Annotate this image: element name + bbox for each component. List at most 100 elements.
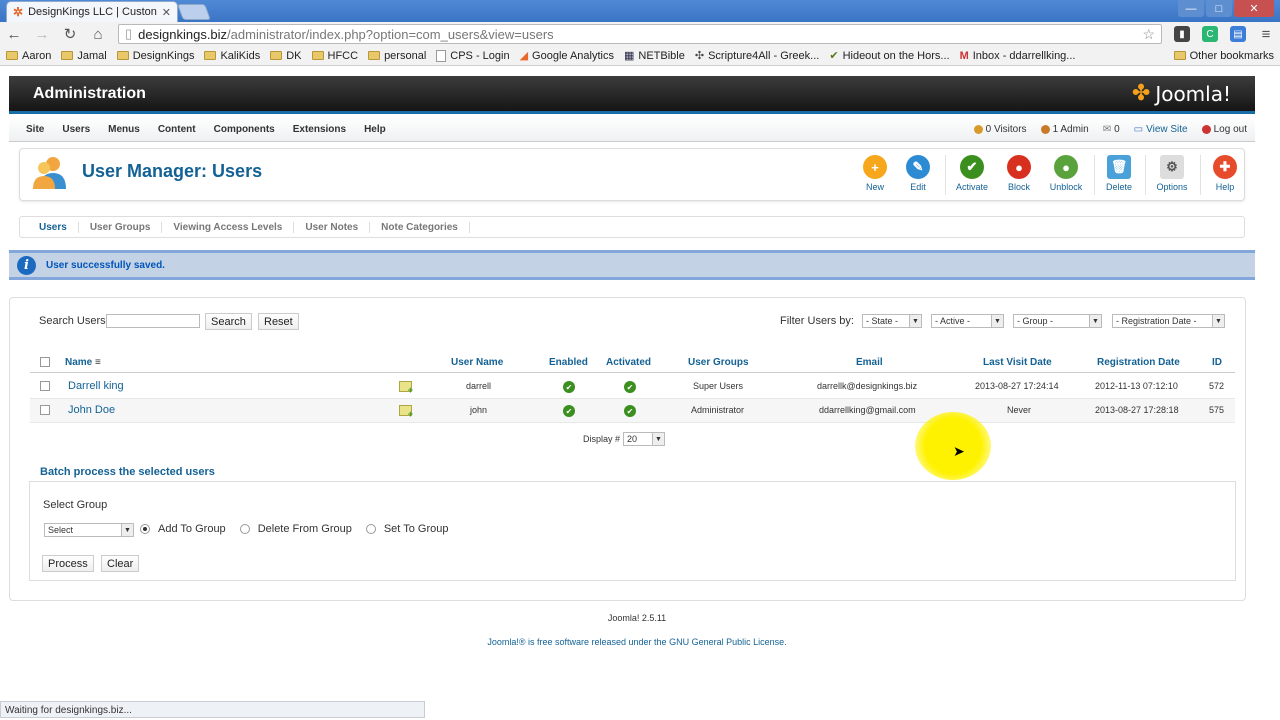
browser-tab[interactable]: ✲ DesignKings LLC | Custon ✕	[6, 1, 178, 22]
bookmark-item[interactable]: DK	[270, 50, 302, 62]
user-name-link[interactable]: John Doe	[68, 404, 115, 416]
minimize-button[interactable]: —	[1178, 0, 1204, 17]
registration-column-header[interactable]: Registration Date	[1097, 357, 1180, 368]
registration-cell: 2012-11-13 07:12:10	[1095, 381, 1178, 391]
username-column-header[interactable]: User Name	[451, 357, 503, 368]
menu-site[interactable]: Site	[17, 124, 53, 135]
menu-components[interactable]: Components	[205, 124, 284, 135]
table-row: John Doe john ✔ ✔ Administrator ddarrell…	[30, 399, 1235, 423]
bookmark-item[interactable]: Aaron	[6, 50, 51, 62]
activated-column-header[interactable]: Activated	[606, 357, 651, 368]
close-tab-icon[interactable]: ✕	[162, 6, 171, 19]
enabled-toggle[interactable]: ✔	[563, 381, 575, 393]
process-button[interactable]: Process	[42, 555, 94, 572]
extension-c-icon[interactable]: C	[1202, 26, 1218, 42]
enabled-toggle[interactable]: ✔	[563, 405, 575, 417]
bookmark-item[interactable]: CPS - Login	[436, 49, 510, 62]
tab-user-notes[interactable]: User Notes	[294, 221, 371, 233]
activate-button[interactable]: ✔ Activate	[949, 152, 995, 198]
delete-from-group-radio[interactable]	[239, 524, 250, 534]
tab-users[interactable]: Users	[28, 221, 79, 233]
bookmark-item[interactable]: KaliKids	[204, 50, 260, 62]
bookmark-item[interactable]: personal	[368, 50, 426, 62]
maximize-button[interactable]: □	[1206, 0, 1232, 17]
view-site-link[interactable]: ▭ View Site	[1134, 124, 1188, 135]
tab-viewing-access-levels[interactable]: Viewing Access Levels	[162, 221, 295, 233]
license-suffix: .	[784, 637, 787, 647]
new-tab-button[interactable]	[177, 4, 211, 20]
page-title: User Manager: Users	[82, 161, 263, 181]
extension-icon-2[interactable]: ▤	[1230, 26, 1246, 42]
name-column-header[interactable]: Name ≡	[65, 357, 101, 368]
reset-button[interactable]: Reset	[258, 313, 299, 330]
menu-menus[interactable]: Menus	[99, 124, 149, 135]
messages-status[interactable]: ✉ 0	[1103, 124, 1120, 135]
email-cell: darrellk@designkings.biz	[817, 381, 918, 391]
home-icon[interactable]: ⌂	[90, 26, 106, 43]
tab-user-groups[interactable]: User Groups	[79, 221, 163, 233]
menu-content[interactable]: Content	[149, 124, 205, 135]
add-to-group-radio[interactable]	[140, 524, 150, 534]
options-button[interactable]: ⚙ Options	[1149, 152, 1195, 198]
add-note-icon[interactable]	[399, 405, 413, 419]
bookmark-item[interactable]: HFCC	[311, 50, 358, 62]
activated-toggle[interactable]: ✔	[624, 405, 636, 417]
batch-group-select[interactable]: Select ▼	[44, 523, 134, 537]
set-to-group-radio[interactable]	[365, 524, 376, 534]
bookmark-item[interactable]: M Inbox - ddarrellking...	[960, 50, 1076, 62]
menu-help[interactable]: Help	[355, 124, 395, 135]
edit-button[interactable]: ✎ Edit	[895, 152, 941, 198]
bookmark-item[interactable]: ▦ NETBible	[624, 49, 685, 63]
activated-toggle[interactable]: ✔	[624, 381, 636, 393]
search-button[interactable]: Search	[205, 313, 252, 330]
row-checkbox[interactable]	[40, 381, 50, 393]
menu-icon[interactable]: ≡	[1258, 26, 1274, 43]
bookmark-item[interactable]: ✣ Scripture4All - Greek...	[695, 49, 819, 63]
help-button[interactable]: ✚ Help	[1202, 152, 1248, 198]
bookmark-item[interactable]: DesignKings	[116, 50, 194, 62]
search-input[interactable]	[106, 314, 200, 328]
id-column-header[interactable]: ID	[1212, 357, 1222, 368]
enabled-column-header[interactable]: Enabled	[549, 357, 588, 368]
filter-label: Filter Users by:	[780, 315, 854, 327]
bookmark-item[interactable]: Jamal	[61, 50, 107, 62]
user-name-link[interactable]: Darrell king	[68, 380, 124, 392]
close-window-button[interactable]: ✕	[1234, 0, 1274, 17]
menu-extensions[interactable]: Extensions	[284, 124, 355, 135]
gnu-license-link[interactable]: GNU General Public License	[669, 637, 784, 647]
unblock-button[interactable]: ● Unblock	[1043, 152, 1089, 198]
new-button[interactable]: + New	[852, 152, 898, 198]
block-button[interactable]: ● Block	[996, 152, 1042, 198]
email-column-header[interactable]: Email	[856, 357, 883, 368]
address-bar[interactable]: ▯ designkings.biz/administrator/index.ph…	[118, 24, 1162, 44]
toolbar-divider	[1200, 155, 1201, 195]
forward-icon[interactable]: →	[34, 26, 50, 43]
logout-link[interactable]: Log out	[1201, 124, 1247, 135]
tab-note-categories[interactable]: Note Categories	[370, 221, 470, 233]
row-checkbox[interactable]	[40, 405, 50, 417]
select-all-checkbox[interactable]	[40, 357, 50, 370]
back-icon[interactable]: ←	[6, 26, 22, 43]
bookmark-item[interactable]: ✔ Hideout on the Hors...	[829, 49, 949, 63]
bookmark-star-icon[interactable]: ☆	[1142, 26, 1155, 43]
id-cell: 572	[1209, 381, 1225, 391]
state-filter-select[interactable]: - State - ▼	[862, 314, 922, 328]
extension-icon[interactable]: ▮	[1174, 26, 1190, 42]
delete-button[interactable]: 🗑 Delete	[1096, 152, 1142, 198]
menu-users[interactable]: Users	[53, 124, 99, 135]
bookmark-item[interactable]: ◢ Google Analytics	[520, 49, 614, 63]
folder-icon	[204, 51, 217, 60]
plus-icon: +	[863, 155, 887, 179]
other-bookmarks[interactable]: Other bookmarks	[1173, 50, 1274, 62]
chevron-down-icon: ▼	[1212, 315, 1224, 327]
clear-button[interactable]: Clear	[101, 555, 140, 572]
joomla-version: Joomla! 2.5.11	[607, 613, 667, 623]
group-filter-select[interactable]: - Group - ▼	[1013, 314, 1102, 328]
add-to-group-label: Add To Group	[158, 523, 226, 535]
last-visit-column-header[interactable]: Last Visit Date	[983, 357, 1052, 368]
add-note-icon[interactable]	[399, 381, 413, 395]
display-limit-select[interactable]: 20 ▼	[623, 432, 666, 446]
registration-filter-select[interactable]: - Registration Date - ▼	[1112, 314, 1225, 328]
active-filter-select[interactable]: - Active - ▼	[931, 314, 1004, 328]
reload-icon[interactable]: ↻	[62, 25, 78, 43]
